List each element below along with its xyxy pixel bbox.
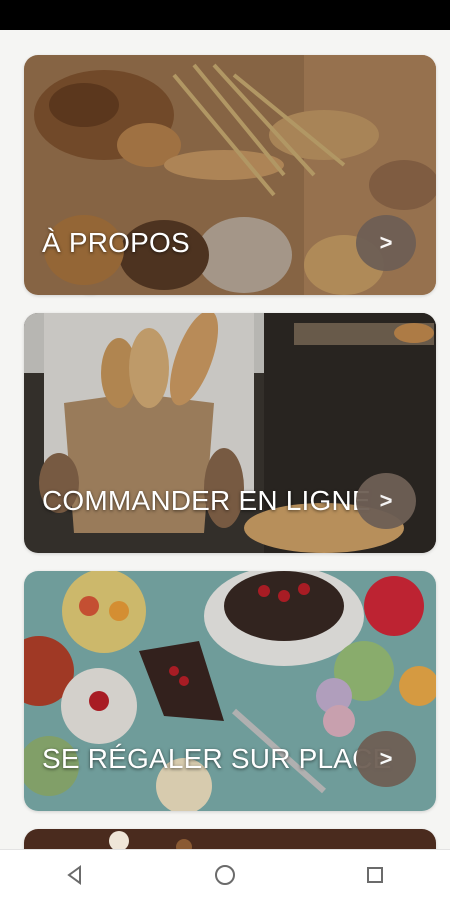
status-bar: [0, 0, 450, 30]
card-order-online[interactable]: COMMANDER EN LIGNE >: [24, 313, 436, 553]
card-title-eat-in: SE RÉGALER SUR PLACE: [42, 743, 392, 774]
main-content[interactable]: À PROPOS > COMMANDER EN LIGNE > SE RÉGAL…: [0, 30, 450, 850]
card-title-about: À PROPOS: [42, 227, 190, 258]
order-online-arrow-button[interactable]: >: [356, 473, 416, 529]
system-navigation-bar: [0, 849, 450, 900]
card-eat-in[interactable]: SE RÉGALER SUR PLACE >: [24, 571, 436, 811]
recents-button[interactable]: [355, 855, 395, 895]
back-button[interactable]: [55, 855, 95, 895]
card-partial[interactable]: [24, 829, 436, 850]
eat-in-arrow-button[interactable]: >: [356, 731, 416, 787]
home-circle-icon: [215, 865, 235, 885]
about-arrow-button[interactable]: >: [356, 215, 416, 271]
card-title-order-online: COMMANDER EN LIGNE: [42, 485, 371, 516]
back-triangle-icon: [67, 865, 81, 885]
dark-wood-image: [24, 829, 436, 850]
home-button[interactable]: [205, 855, 245, 895]
card-about[interactable]: À PROPOS >: [24, 55, 436, 295]
recents-square-icon: [367, 867, 383, 883]
